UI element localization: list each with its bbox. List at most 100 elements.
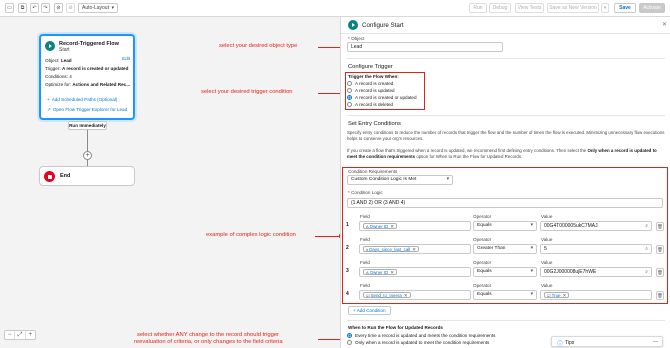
remove-pill-icon[interactable]: ✕: [390, 224, 394, 229]
redo-icon[interactable]: ↷: [41, 3, 50, 13]
remove-pill-icon[interactable]: ✕: [404, 293, 408, 298]
annotation-reeval-line1: select whether ANY change to the record …: [137, 332, 280, 338]
collapse-icon[interactable]: —: [653, 339, 658, 345]
copy-icon[interactable]: ⧉: [18, 3, 27, 13]
operator-header: Operator: [473, 237, 492, 242]
external-link-icon: ↗: [47, 107, 51, 112]
debug-button[interactable]: Debug: [489, 3, 511, 13]
start-element-details: Object: Lead Trigger: A record is create…: [45, 57, 133, 89]
number-field-icon: #: [366, 247, 369, 252]
zoom-in-icon[interactable]: +: [26, 331, 35, 339]
add-scheduled-paths-link[interactable]: + Add Scheduled Paths (Optional): [47, 97, 117, 102]
start-optimize-value: Actions and Related Rec...: [72, 82, 131, 87]
run-option-only-when[interactable]: Only when a record is updated to meet th…: [347, 340, 489, 345]
condition-field-input[interactable]: #Days_since_last_call ✕: [359, 244, 471, 254]
checkbox-field-icon: ☑: [366, 293, 370, 298]
radio-unchecked-icon: [347, 102, 352, 107]
condition-value-input[interactable]: 00G2J000008ujE7hWE ⌕: [540, 267, 652, 277]
save-button[interactable]: Save: [614, 3, 636, 13]
condition-field-input[interactable]: ☑Send_to_Ineera ✕: [359, 290, 471, 300]
remove-pill-icon[interactable]: ✕: [390, 270, 394, 275]
trigger-option-created-or-updated[interactable]: A record is created or updated: [347, 95, 417, 100]
chevron-down-icon: ▾: [530, 269, 533, 274]
field-pill-label: Owner ID: [369, 270, 389, 275]
condition-operator-select[interactable]: Equals ▾: [473, 267, 537, 277]
run-button[interactable]: Run: [469, 3, 487, 13]
run-option-every-time[interactable]: Every time a record is updated and meets…: [347, 333, 495, 338]
condition-value-text: 5: [544, 246, 547, 252]
condition-logic-input[interactable]: (1 AND 2) OR (3 AND 4): [347, 198, 663, 208]
end-element-card[interactable]: End: [39, 166, 135, 186]
panel-title: Configure Start: [362, 22, 404, 29]
top-toolbar: ▭ ⧉ ↶ ↷ ⊘ ⚙ Auto-Layout ▾ Run Debug View…: [0, 0, 670, 17]
delete-condition-icon[interactable]: 🗑: [656, 222, 664, 231]
open-trigger-explorer-label: Open Flow Trigger Explorer for Lead: [52, 107, 128, 112]
add-element-plus-icon[interactable]: +: [83, 151, 92, 160]
condition-value-input[interactable]: ☑True ✕: [540, 290, 652, 300]
condition-row-number: 2: [346, 245, 349, 251]
object-input[interactable]: Lead: [347, 42, 503, 52]
delete-condition-icon[interactable]: 🗑: [656, 245, 664, 254]
settings-icon[interactable]: ⚙: [66, 3, 75, 13]
condition-operator-select[interactable]: Greater Than ▾: [473, 244, 537, 254]
chevron-down-icon: ▾: [446, 177, 449, 182]
save-new-version-button[interactable]: Save as New Version: [547, 3, 599, 13]
condition-row-number: 4: [346, 291, 349, 297]
save-dropdown-icon[interactable]: ▾: [601, 3, 609, 13]
when-to-run-heading: When to Run the Flow for Updated Records: [348, 325, 443, 330]
info-icon: ⓘ: [557, 341, 564, 348]
stop-icon: [44, 171, 55, 182]
radio-unchecked-icon: [347, 81, 352, 86]
conditions-highlight-box: [342, 167, 668, 304]
layout-select[interactable]: Auto-Layout ▾: [78, 3, 118, 13]
text-field-icon: A: [366, 270, 369, 275]
start-optimize-label: Optimize for:: [45, 82, 72, 87]
cancel-icon[interactable]: ⊘: [54, 3, 63, 13]
start-element-card[interactable]: Record-Triggered Flow Start Edit Object:…: [39, 34, 135, 120]
toggle-toolbox-icon[interactable]: ▭: [5, 3, 14, 13]
fit-view-icon[interactable]: ⤢: [15, 331, 26, 339]
chevron-down-icon: ▾: [530, 223, 533, 228]
condition-operator-select[interactable]: Equals ▾: [473, 221, 537, 231]
close-icon[interactable]: ✕: [662, 21, 667, 28]
delete-condition-icon[interactable]: 🗑: [656, 268, 664, 277]
view-tests-button[interactable]: View Tests: [515, 3, 544, 13]
operator-value: Equals: [477, 269, 492, 274]
add-condition-button[interactable]: + Add Condition: [348, 306, 391, 315]
radio-unchecked-icon: [347, 88, 352, 93]
condition-operator-select[interactable]: Equals ▾: [473, 290, 537, 300]
search-icon: ⌕: [645, 246, 648, 252]
tips-popover[interactable]: ⓘ Tips —: [551, 336, 663, 348]
annotation-arrow-logic: [315, 234, 343, 238]
operator-value: Greater Than: [477, 246, 506, 251]
start-conditions-row: Conditions: 4: [45, 73, 133, 81]
flow-canvas[interactable]: Record-Triggered Flow Start Edit Object:…: [0, 17, 340, 348]
undo-icon[interactable]: ↶: [30, 3, 39, 13]
open-trigger-explorer-link[interactable]: ↗ Open Flow Trigger Explorer for Lead: [47, 107, 127, 113]
start-conditions-value: 4: [69, 74, 72, 79]
trigger-option-created[interactable]: A record is created: [347, 81, 393, 86]
condition-value-input[interactable]: 5 ⌕: [540, 244, 652, 254]
zoom-out-icon[interactable]: −: [5, 331, 16, 339]
trigger-option-updated[interactable]: A record is updated: [347, 88, 395, 93]
radio-unchecked-icon: [347, 340, 352, 345]
trigger-option-deleted[interactable]: A record is deleted: [347, 102, 393, 107]
search-icon: ⌕: [645, 269, 648, 275]
condition-field-input[interactable]: AOwner ID ✕: [359, 267, 471, 277]
radio-checked-icon: [347, 333, 352, 338]
configure-trigger-heading: Configure Trigger: [348, 64, 393, 70]
remove-pill-icon[interactable]: ✕: [412, 247, 416, 252]
entry-conditions-description: Specify entry conditions to reduce the n…: [347, 130, 665, 141]
activate-button[interactable]: Activate: [639, 3, 665, 13]
start-trigger-value: A record is created or updated: [61, 66, 129, 71]
condition-value-input[interactable]: 00G4T000005ukC7MAJ ⌕: [540, 221, 652, 231]
panel-header: Configure Start ✕: [341, 17, 670, 34]
annotation-reeval-line2: reevaluation of criteria, or only change…: [134, 339, 283, 345]
delete-condition-icon[interactable]: 🗑: [656, 291, 664, 300]
remove-pill-icon[interactable]: ✕: [562, 293, 566, 298]
condition-requirements-select[interactable]: Custom Condition Logic Is Met ▾: [347, 175, 453, 185]
condition-field-input[interactable]: AOwner ID ✕: [359, 221, 471, 231]
start-element-header: Record-Triggered Flow Start: [45, 40, 133, 53]
entry-conditions-recommendation: If you create a flow that's triggered wh…: [347, 148, 667, 160]
field-pill: #Days_since_last_call ✕: [363, 246, 419, 252]
